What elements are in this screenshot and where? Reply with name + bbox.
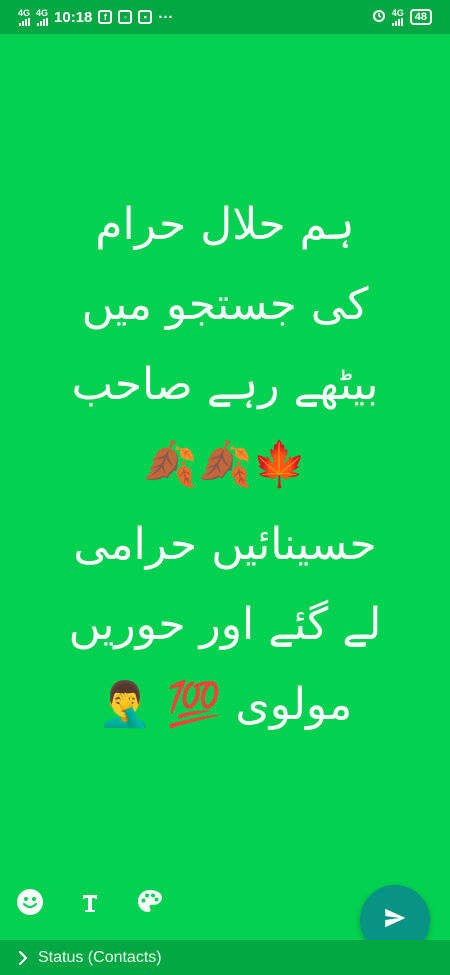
palette-icon — [136, 888, 164, 920]
signal-icon: 4G — [18, 8, 30, 26]
status-line: بیٹھے رہے صاحب — [71, 359, 379, 410]
network-icon: 4G — [392, 8, 404, 26]
emoji-button[interactable] — [14, 888, 46, 920]
status-line: ہم حلال حرام — [95, 199, 355, 250]
alarm-icon — [372, 8, 386, 26]
status-bar-right: 4G 48 — [372, 8, 432, 26]
background-color-button[interactable] — [134, 888, 166, 920]
status-audience-bar[interactable]: Status (Contacts) — [0, 940, 450, 975]
chevron-right-icon — [18, 950, 28, 965]
status-line: کی جستجو میں — [81, 279, 369, 330]
status-bar-left: 4G 4G 10:18 f ◦ ▪ ··· — [18, 8, 174, 26]
instagram-icon: ◦ — [118, 10, 133, 24]
battery-icon: 48 — [409, 9, 432, 25]
text-font-button[interactable] — [74, 888, 106, 920]
text-icon — [78, 890, 102, 918]
smiley-icon — [16, 888, 44, 920]
status-line: لے گئے اور حوریں — [68, 599, 382, 650]
gallery-icon: ▪ — [138, 10, 153, 24]
facebook-icon: f — [98, 10, 113, 24]
audience-label: Status (Contacts) — [38, 948, 162, 966]
system-status-bar: 4G 4G 10:18 f ◦ ▪ ··· 4G 48 — [0, 0, 450, 34]
send-icon — [382, 905, 408, 935]
more-notifications-icon: ··· — [158, 8, 174, 26]
status-text-editor[interactable]: ہم حلال حرام کی جستجو میں بیٹھے رہے صاحب… — [0, 185, 450, 745]
signal-icon-2: 4G — [36, 8, 48, 26]
status-line-emoji: 🍁🍂🍂 — [142, 439, 308, 490]
status-line: حسینائیں حرامی — [73, 519, 377, 570]
status-line: مولوی 💯 🤦‍♂️ — [97, 679, 353, 730]
clock: 10:18 — [54, 8, 93, 26]
